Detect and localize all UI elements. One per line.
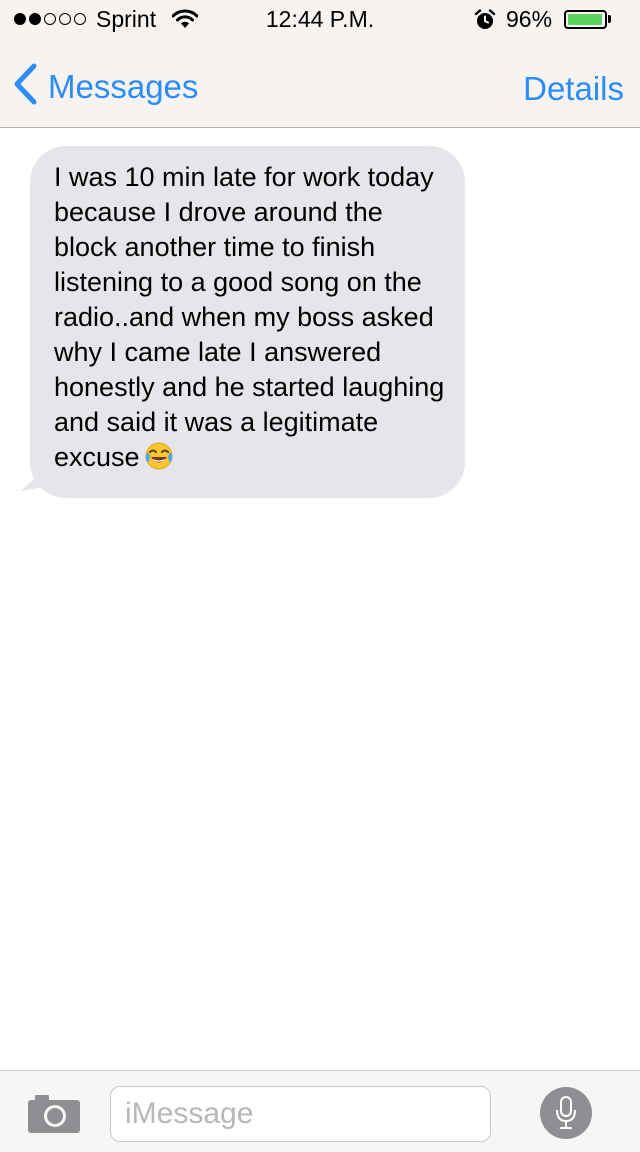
status-bar: Sprint 12:44 P.M. 96%: [0, 0, 640, 40]
tears-of-joy-emoji: [144, 441, 174, 480]
details-button[interactable]: Details: [523, 70, 624, 108]
chevron-left-icon: [12, 62, 38, 111]
message-text: I was 10 min late for work today because…: [54, 162, 445, 472]
back-button[interactable]: Messages: [12, 62, 198, 111]
message-input-bar: [0, 1070, 640, 1152]
battery-level-fill: [568, 14, 602, 25]
navigation-bar: Messages Details: [0, 40, 640, 128]
battery-tip: [608, 15, 611, 23]
battery-icon: [564, 10, 607, 29]
conversation-view[interactable]: I was 10 min late for work today because…: [0, 128, 640, 1070]
camera-icon[interactable]: [28, 1093, 80, 1138]
incoming-message-bubble[interactable]: I was 10 min late for work today because…: [30, 146, 465, 498]
alarm-icon: [474, 9, 496, 36]
back-button-label: Messages: [48, 67, 199, 105]
battery-percentage: 96%: [506, 6, 553, 32]
microphone-icon[interactable]: [540, 1087, 592, 1139]
message-input[interactable]: [110, 1086, 491, 1142]
